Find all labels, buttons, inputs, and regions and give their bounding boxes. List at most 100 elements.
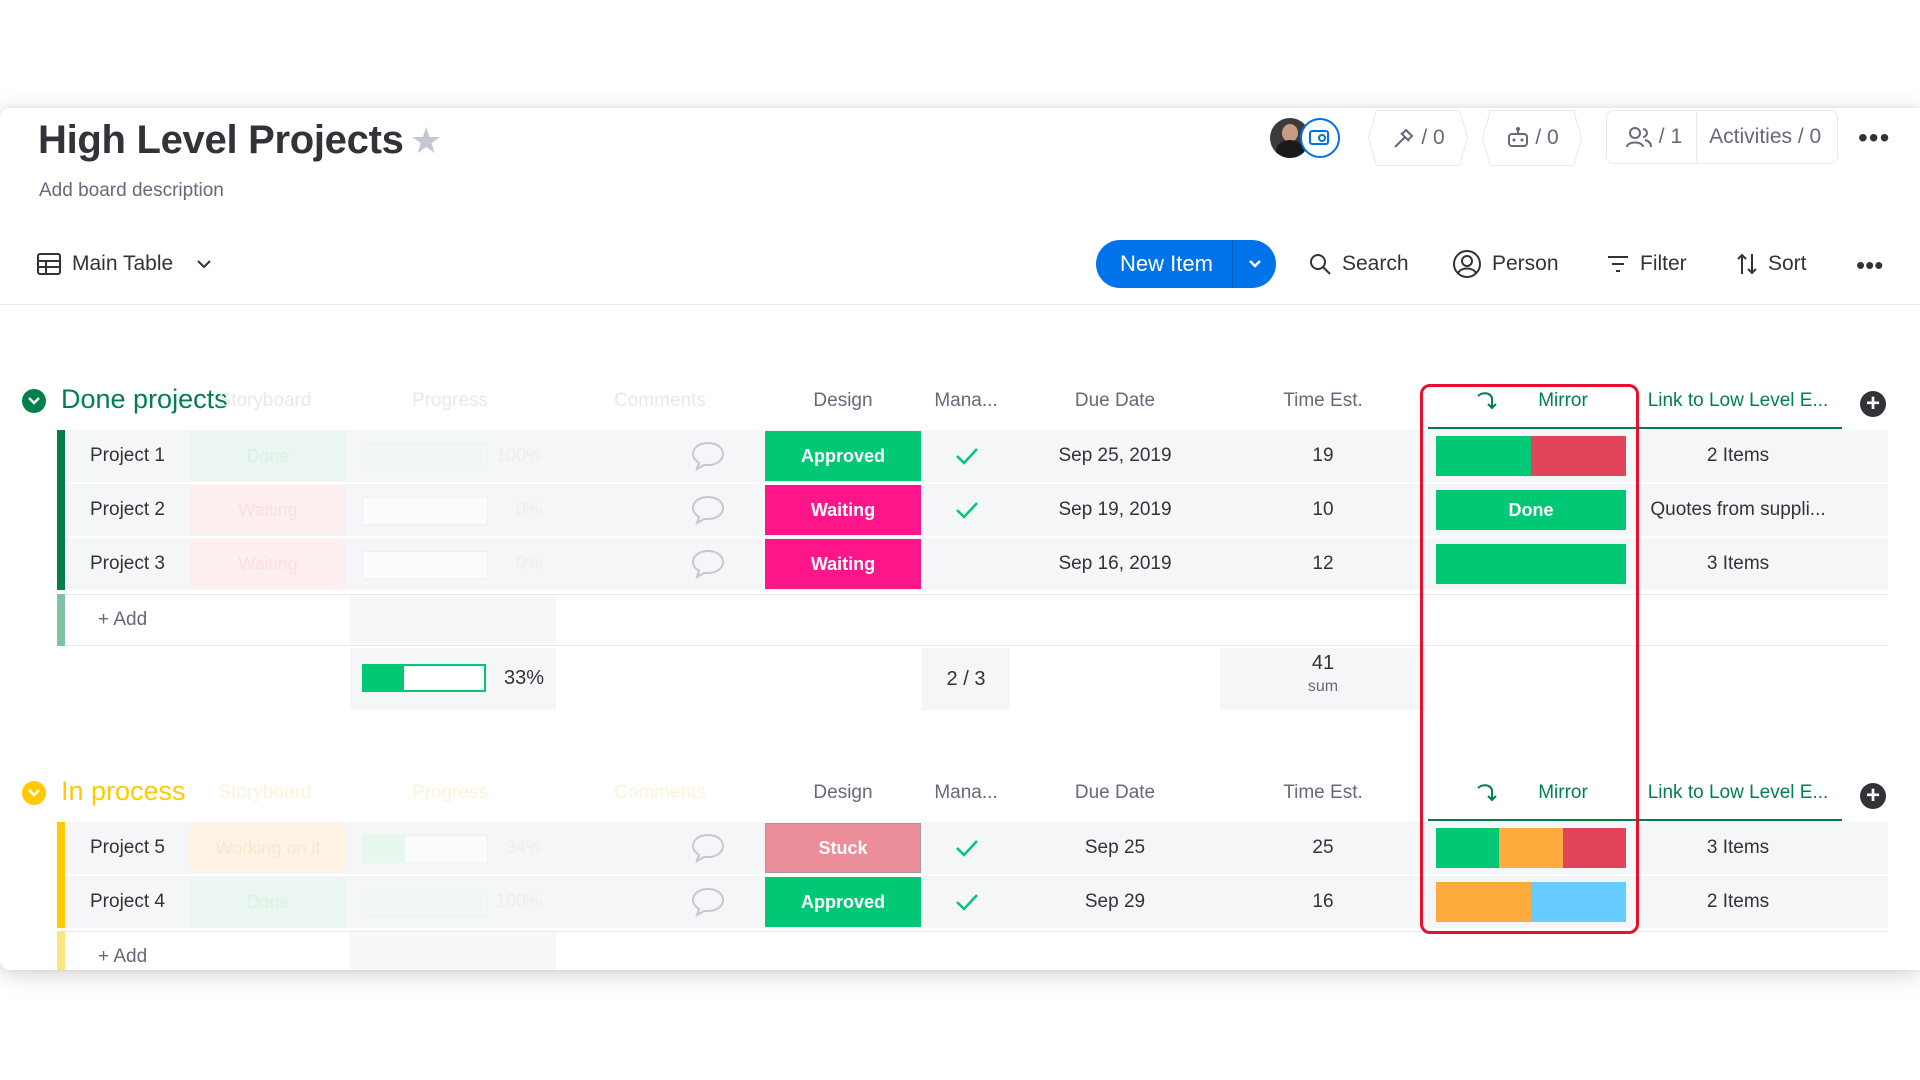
- comment-icon[interactable]: [690, 886, 726, 918]
- activities-button[interactable]: Activities / 0: [1697, 125, 1833, 149]
- column-header-design[interactable]: Design: [765, 782, 921, 804]
- storyboard-cell[interactable]: Done: [190, 431, 346, 481]
- integrations-count: / 0: [1421, 126, 1445, 149]
- column-header-comments[interactable]: Comments: [580, 782, 740, 804]
- board-title[interactable]: High Level Projects: [38, 118, 404, 163]
- check-icon[interactable]: [955, 838, 979, 858]
- item-name[interactable]: Project 3: [90, 538, 165, 590]
- column-header-manager[interactable]: Mana...: [922, 782, 1010, 804]
- linked-items[interactable]: 3 Items: [1638, 822, 1838, 874]
- comment-icon[interactable]: [690, 440, 726, 472]
- group-collapse-icon[interactable]: [22, 781, 46, 805]
- design-status[interactable]: Waiting: [765, 485, 921, 535]
- column-header-due-date[interactable]: Due Date: [1012, 782, 1218, 804]
- item-name[interactable]: Project 2: [90, 484, 165, 536]
- time-estimate[interactable]: 19: [1220, 430, 1426, 482]
- group-color-bar: [57, 822, 65, 928]
- check-icon[interactable]: [955, 892, 979, 912]
- more-options-icon[interactable]: •••: [1856, 250, 1883, 281]
- column-header-storyboard[interactable]: Storyboard: [190, 782, 340, 804]
- search-button[interactable]: Search: [1308, 244, 1409, 284]
- time-sum-value: 41: [1311, 652, 1335, 674]
- column-header-due-date[interactable]: Due Date: [1012, 390, 1218, 412]
- automations-count: / 0: [1535, 126, 1559, 149]
- automations-button[interactable]: / 0: [1482, 110, 1582, 166]
- board-menu-icon[interactable]: •••: [1858, 122, 1890, 154]
- add-row-ghost: [350, 932, 556, 970]
- storyboard-cell[interactable]: Waiting: [190, 539, 346, 589]
- add-item-row[interactable]: [65, 931, 1888, 970]
- due-date[interactable]: Sep 25: [1012, 822, 1218, 874]
- manager-summary: 2 / 3: [922, 648, 1010, 710]
- linked-items[interactable]: 2 Items: [1638, 876, 1838, 928]
- item-name[interactable]: Project 4: [90, 876, 165, 928]
- design-status[interactable]: Waiting: [765, 539, 921, 589]
- column-header-link[interactable]: Link to Low Level E...: [1638, 390, 1838, 412]
- search-icon: [1310, 254, 1331, 275]
- person-filter-button[interactable]: Person: [1452, 244, 1559, 284]
- storyboard-cell[interactable]: Working on it: [190, 823, 346, 873]
- person-label: Person: [1492, 252, 1559, 275]
- sort-icon: [1737, 253, 1757, 275]
- group-collapse-icon[interactable]: [22, 389, 46, 413]
- column-header-link[interactable]: Link to Low Level E...: [1638, 782, 1838, 804]
- check-icon[interactable]: [955, 446, 979, 466]
- share-board-icon[interactable]: [1300, 118, 1340, 158]
- item-name[interactable]: Project 5: [90, 822, 165, 874]
- time-estimate[interactable]: 16: [1220, 876, 1426, 928]
- linked-items[interactable]: 3 Items: [1638, 538, 1838, 590]
- new-item-dropdown[interactable]: [1233, 258, 1276, 270]
- time-estimate[interactable]: 25: [1220, 822, 1426, 874]
- column-header-progress[interactable]: Progress: [370, 390, 530, 412]
- view-selector[interactable]: Main Table: [36, 244, 213, 284]
- members-count: / 1: [1658, 125, 1683, 148]
- group-color-bar-add: [57, 594, 65, 646]
- group-title[interactable]: In process: [61, 776, 186, 807]
- sort-label: Sort: [1768, 252, 1807, 275]
- storyboard-cell[interactable]: Done: [190, 877, 346, 927]
- design-status[interactable]: Approved: [765, 431, 921, 481]
- progress-bar-ghost: [362, 835, 488, 863]
- column-header-time-est[interactable]: Time Est.: [1220, 390, 1426, 412]
- star-icon[interactable]: ★: [410, 120, 442, 162]
- table-icon: [37, 253, 61, 275]
- add-item-label[interactable]: + Add: [98, 946, 147, 968]
- filter-button[interactable]: Filter: [1606, 244, 1687, 284]
- due-date[interactable]: Sep 29: [1012, 876, 1218, 928]
- add-column-icon[interactable]: +: [1860, 391, 1886, 417]
- column-header-comments[interactable]: Comments: [580, 390, 740, 412]
- integrations-button[interactable]: / 0: [1368, 110, 1468, 166]
- column-header-progress[interactable]: Progress: [370, 782, 530, 804]
- add-item-label[interactable]: + Add: [98, 609, 147, 631]
- sort-button[interactable]: Sort: [1736, 244, 1807, 284]
- members-activities-bar: / 1 Activities / 0: [1606, 110, 1838, 164]
- column-header-design[interactable]: Design: [765, 390, 921, 412]
- time-estimate[interactable]: 12: [1220, 538, 1426, 590]
- group-color-bar-add: [57, 931, 65, 970]
- progress-value: 0%: [516, 553, 543, 573]
- column-header-time-est[interactable]: Time Est.: [1220, 782, 1426, 804]
- comment-icon[interactable]: [690, 832, 726, 864]
- item-name[interactable]: Project 1: [90, 430, 165, 482]
- storyboard-cell[interactable]: Waiting: [190, 485, 346, 535]
- column-header-storyboard[interactable]: Storyboard: [190, 390, 340, 412]
- add-column-icon[interactable]: +: [1860, 783, 1886, 809]
- design-status[interactable]: Approved: [765, 877, 921, 927]
- time-estimate[interactable]: 10: [1220, 484, 1426, 536]
- new-item-button[interactable]: New Item: [1096, 240, 1276, 288]
- linked-items[interactable]: Quotes from suppli...: [1638, 484, 1838, 536]
- comment-icon[interactable]: [690, 548, 726, 580]
- due-date[interactable]: Sep 19, 2019: [1012, 484, 1218, 536]
- column-header-manager[interactable]: Mana...: [922, 390, 1010, 412]
- board-description[interactable]: Add board description: [39, 180, 224, 202]
- due-date[interactable]: Sep 16, 2019: [1012, 538, 1218, 590]
- person-icon: [1453, 250, 1481, 278]
- view-label: Main Table: [72, 252, 174, 275]
- check-icon[interactable]: [955, 500, 979, 520]
- members-button[interactable]: / 1: [1611, 111, 1698, 163]
- design-status[interactable]: Stuck: [765, 823, 921, 873]
- due-date[interactable]: Sep 25, 2019: [1012, 430, 1218, 482]
- comment-icon[interactable]: [690, 494, 726, 526]
- people-icon: [1625, 127, 1652, 148]
- linked-items[interactable]: 2 Items: [1638, 430, 1838, 482]
